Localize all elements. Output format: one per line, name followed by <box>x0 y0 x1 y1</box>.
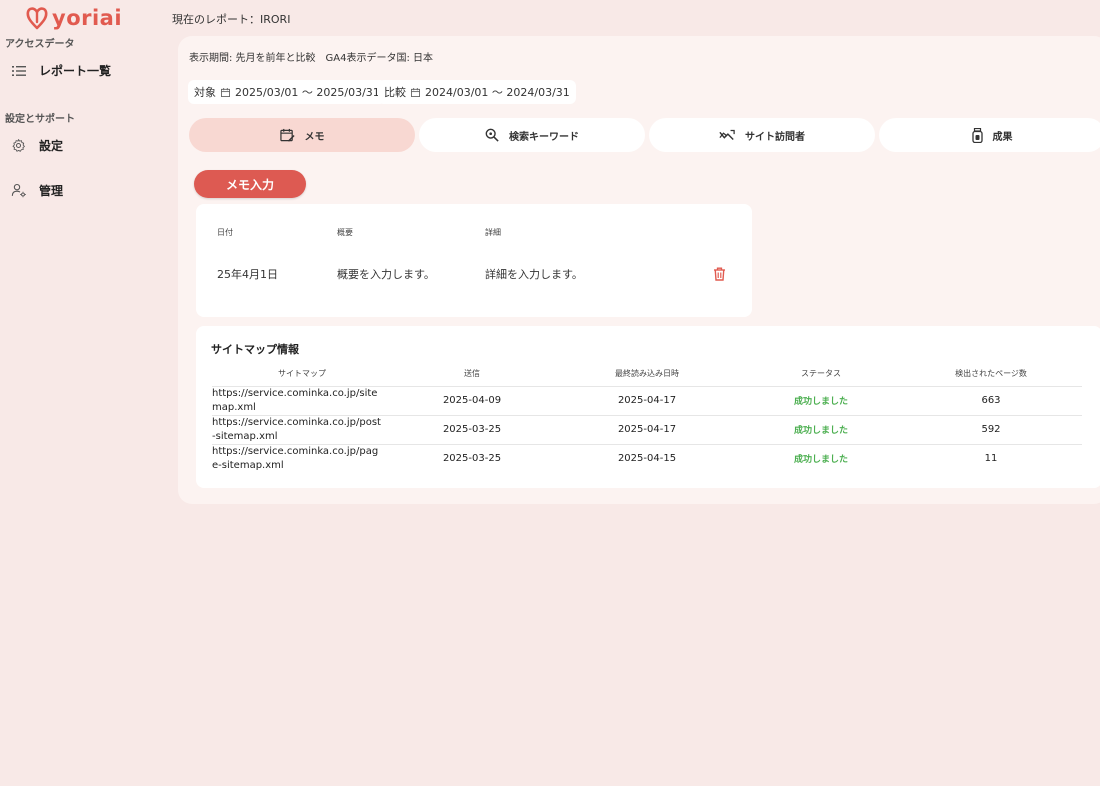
calendar-edit-icon <box>279 128 295 142</box>
gear-icon <box>10 137 27 154</box>
jar-icon <box>971 127 983 143</box>
url-line: https://service.cominka.co.jp/site <box>212 387 378 399</box>
sent-date: 2025-04-09 <box>392 386 552 416</box>
sidebar-section-access: アクセスデータ <box>5 39 75 50</box>
tab-label: 検索キーワード <box>509 131 579 143</box>
last-read-date: 2025-04-17 <box>552 386 742 416</box>
sidebar-item-label: レポート一覧 <box>39 64 112 78</box>
sitemap-url[interactable]: https://service.cominka.co.jp/pag e-sitem… <box>212 444 392 473</box>
memo-date: 25年4月1日 <box>217 268 278 281</box>
target-range: 2025/03/01 〜 2025/03/31 <box>235 86 380 99</box>
memo-card: 日付 概要 詳細 25年4月1日 概要を入力します。 詳細を入力します。 <box>196 204 752 317</box>
period-info: 表示期間: 先月を前年と比較 GA4表示データ国: 日本 <box>189 53 434 64</box>
column-header-pages: 検出されたページ数 <box>900 362 1082 387</box>
last-read-date: 2025-04-17 <box>552 415 742 445</box>
page-count: 11 <box>984 453 998 465</box>
search-icon <box>485 128 499 142</box>
compare-range: 2024/03/01 〜 2024/03/31 <box>425 86 570 99</box>
tab-bar: メモ 検索キーワード サイト訪問者 成果 <box>189 118 1100 152</box>
sitemap-table: サイトマップ 送信 最終読み込み日時 ステータス 検出されたページ数 https… <box>212 362 1082 473</box>
sitemap-title: サイトマップ情報 <box>211 343 299 356</box>
compare-date-range[interactable]: 比較 2024/03/01 〜 2024/03/31 <box>378 80 576 104</box>
memo-header-date: 日付 <box>217 228 233 237</box>
tab-search-keywords[interactable]: 検索キーワード <box>419 118 645 152</box>
memo-header-summary: 概要 <box>337 228 353 237</box>
sidebar-item-label: 管理 <box>39 184 64 198</box>
heart-logo-icon <box>26 7 48 30</box>
sidebar-section-settings: 設定とサポート <box>5 114 75 125</box>
url-line: map.xml <box>212 401 256 413</box>
tab-label: サイト訪問者 <box>745 131 805 143</box>
table-row: https://service.cominka.co.jp/site map.xm… <box>212 386 1082 416</box>
tab-results[interactable]: 成果 <box>879 118 1100 152</box>
calendar-icon <box>221 87 230 97</box>
memo-summary: 概要を入力します。 <box>337 268 435 281</box>
sitemap-url[interactable]: https://service.cominka.co.jp/site map.xm… <box>212 386 392 416</box>
tab-label: メモ <box>304 131 325 143</box>
sidebar-item-admin[interactable]: 管理 <box>10 182 63 199</box>
target-label: 対象 <box>194 86 216 99</box>
trend-icon <box>719 129 735 140</box>
column-header-last-read: 最終読み込み日時 <box>552 362 742 387</box>
url-line: https://service.cominka.co.jp/post <box>212 416 381 428</box>
main-panel: 表示期間: 先月を前年と比較 GA4表示データ国: 日本 対象 2025/03/… <box>178 36 1100 504</box>
brand-name: yoriai <box>52 6 123 30</box>
memo-detail: 詳細を入力します。 <box>485 268 583 281</box>
sidebar-item-settings[interactable]: 設定 <box>10 137 63 154</box>
trash-icon[interactable] <box>713 266 726 285</box>
compare-label: 比較 <box>384 86 406 99</box>
sidebar-item-label: 設定 <box>39 139 64 153</box>
user-settings-icon <box>10 182 27 199</box>
url-line: -sitemap.xml <box>212 430 278 442</box>
status-badge: 成功しました <box>742 386 900 416</box>
page-count: 663 <box>900 386 1082 416</box>
url-line: e-sitemap.xml <box>212 459 284 471</box>
page-count: 592 <box>900 415 1082 445</box>
sent-date: 2025-03-25 <box>442 453 502 465</box>
sent-date: 2025-03-25 <box>392 415 552 445</box>
list-icon <box>10 62 27 79</box>
column-header-status: ステータス <box>742 362 900 387</box>
memo-input-button[interactable]: メモ入力 <box>194 170 306 198</box>
brand-logo[interactable]: yoriai <box>26 6 122 30</box>
table-row: https://service.cominka.co.jp/post -sitem… <box>212 415 1082 445</box>
column-header-sent: 送信 <box>392 362 552 387</box>
tab-label: 成果 <box>992 131 1013 143</box>
table-header-row: サイトマップ 送信 最終読み込み日時 ステータス 検出されたページ数 <box>212 362 1082 387</box>
memo-header-detail: 詳細 <box>485 228 501 237</box>
url-line: https://service.cominka.co.jp/pag <box>212 445 379 457</box>
column-header-sitemap: サイトマップ <box>212 362 392 387</box>
status-badge: 成功しました <box>742 415 900 445</box>
status-badge: 成功しました <box>793 455 848 466</box>
target-date-range[interactable]: 対象 2025/03/01 〜 2025/03/31 <box>188 80 386 104</box>
sitemap-url[interactable]: https://service.cominka.co.jp/post -sitem… <box>212 415 392 445</box>
current-report-label: 現在のレポート：IRORI <box>172 13 291 26</box>
calendar-icon <box>411 87 420 97</box>
sitemap-card: サイトマップ情報 サイトマップ 送信 最終読み込み日時 ステータス 検出されたペ… <box>196 326 1100 488</box>
sidebar-item-reports[interactable]: レポート一覧 <box>10 62 111 79</box>
tab-memo[interactable]: メモ <box>189 118 415 152</box>
table-row: https://service.cominka.co.jp/pag e-sitem… <box>212 444 1082 473</box>
last-read-date: 2025-04-15 <box>617 453 677 465</box>
tab-site-visitors[interactable]: サイト訪問者 <box>649 118 875 152</box>
